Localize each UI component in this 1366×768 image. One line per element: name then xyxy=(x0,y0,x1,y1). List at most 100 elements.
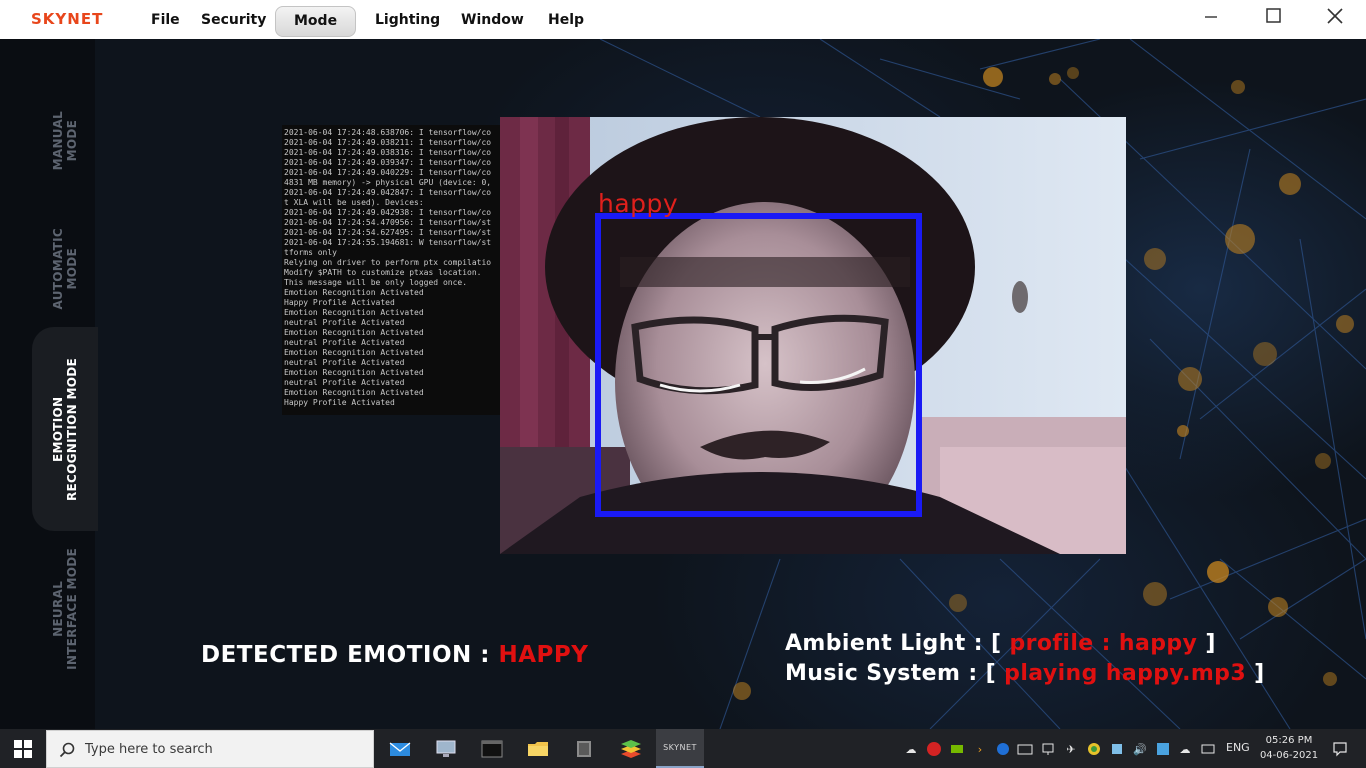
taskbar-search-input[interactable]: Type here to search xyxy=(46,730,374,768)
keyboard-icon[interactable] xyxy=(1017,741,1033,757)
control-panel-app-button[interactable] xyxy=(423,729,469,768)
menu-security[interactable]: Security xyxy=(192,6,275,37)
face-emotion-label: happy xyxy=(598,189,679,218)
volume-icon[interactable]: 🔊 xyxy=(1132,741,1148,757)
console-line: neutral Profile Activated xyxy=(284,378,405,387)
mode-tab-label: EMOTION RECOGNITION MODE xyxy=(51,357,79,501)
console-line: Emotion Recognition Activated xyxy=(284,308,424,317)
display-icon[interactable] xyxy=(1040,741,1056,757)
detected-emotion-prefix: DETECTED EMOTION : xyxy=(201,642,499,668)
maximize-button[interactable] xyxy=(1242,0,1304,32)
menu-file[interactable]: File xyxy=(142,6,189,37)
console-line: neutral Profile Activated xyxy=(284,318,405,327)
console-line: Happy Profile Activated xyxy=(284,298,395,307)
clock-time: 05:26 PM xyxy=(1265,735,1313,746)
bluestacks-app-button[interactable] xyxy=(608,729,654,768)
console-line: Emotion Recognition Activated xyxy=(284,348,424,357)
app-window-button[interactable] xyxy=(561,729,607,768)
mode-tab-label: NEURAL INTERFACE MODE xyxy=(51,548,79,670)
checklist-icon[interactable] xyxy=(1155,741,1171,757)
folder-icon xyxy=(528,741,548,756)
cloud-upload-icon[interactable]: ☁ xyxy=(903,741,919,757)
close-icon xyxy=(1327,8,1343,24)
mode-tab-manual[interactable]: MANUAL MODE xyxy=(32,71,98,211)
console-line: Emotion Recognition Activated xyxy=(284,388,424,397)
computer-icon xyxy=(436,740,456,757)
chevron-right-icon[interactable]: › xyxy=(972,741,988,757)
nvidia-icon[interactable] xyxy=(949,741,965,757)
mode-tab-automatic[interactable]: AUTOMATIC MODE xyxy=(32,199,98,339)
start-button[interactable] xyxy=(0,729,46,768)
antivirus-icon[interactable] xyxy=(926,741,942,757)
music-system-label: Music System : [ xyxy=(785,661,1005,686)
search-placeholder: Type here to search xyxy=(85,742,213,757)
window-icon xyxy=(577,740,591,757)
console-line: Emotion Recognition Activated xyxy=(284,328,424,337)
terminal-icon xyxy=(481,740,503,757)
bluetooth-icon[interactable] xyxy=(995,741,1011,757)
console-line: t XLA will be used). Devices: xyxy=(284,198,424,207)
file-explorer-app-button[interactable] xyxy=(515,729,561,768)
console-line: neutral Profile Activated xyxy=(284,338,405,347)
mode-tab-label: AUTOMATIC MODE xyxy=(51,228,79,310)
console-line: neutral Profile Activated xyxy=(284,358,405,367)
taskbar: Type here to search SKYNET ☁ › ✈ 🔊 ☁ ENG… xyxy=(0,729,1366,768)
console-line: Happy Profile Activated xyxy=(284,398,395,407)
taskbar-clock[interactable]: 05:26 PM 04-06-2021 xyxy=(1256,733,1322,763)
minimize-icon xyxy=(1205,16,1217,18)
detected-emotion-value: HAPPY xyxy=(498,642,589,668)
menu-help[interactable]: Help xyxy=(539,6,593,37)
mail-app-button[interactable] xyxy=(377,729,423,768)
ambient-light-label: Ambient Light : [ xyxy=(785,631,1010,656)
console-line: 2021-06-04 17:24:54.470956: I tensorflow… xyxy=(284,218,492,227)
terminal-app-button[interactable] xyxy=(469,729,515,768)
mode-tab-neural-interface[interactable]: NEURAL INTERFACE MODE xyxy=(32,539,98,679)
console-line: 4831 MB memory) -> physical GPU (device:… xyxy=(284,178,492,187)
console-line: 2021-06-04 17:24:55.194681: W tensorflow… xyxy=(284,238,492,247)
mode-tab-label: MANUAL MODE xyxy=(51,111,79,171)
console-line: 2021-06-04 17:24:49.039347: I tensorflow… xyxy=(284,158,492,167)
maximize-icon xyxy=(1266,8,1281,23)
search-icon xyxy=(59,742,75,758)
close-button[interactable] xyxy=(1304,0,1366,32)
wifi-icon[interactable] xyxy=(1200,741,1216,757)
layers-icon xyxy=(621,739,641,758)
console-line: Modify $PATH to customize ptxas location… xyxy=(284,268,482,277)
skynet-app-label: SKYNET xyxy=(663,743,697,752)
detected-emotion-readout: DETECTED EMOTION : HAPPY xyxy=(201,642,588,668)
minimize-button[interactable] xyxy=(1180,0,1242,32)
webcam-feed: happy xyxy=(500,117,1126,554)
ambient-light-value: profile : happy xyxy=(1009,631,1198,656)
menu-window[interactable]: Window xyxy=(452,6,533,37)
console-line: This message will be only logged once. xyxy=(284,278,468,287)
menu-lighting[interactable]: Lighting xyxy=(366,6,449,37)
face-detection-box xyxy=(595,213,922,517)
mail-icon xyxy=(389,741,411,756)
console-line: 2021-06-04 17:24:48.638706: I tensorflow… xyxy=(284,128,492,137)
console-line: 2021-06-04 17:24:54.627495: I tensorflow… xyxy=(284,228,492,237)
console-line: 2021-06-04 17:24:49.038316: I tensorflow… xyxy=(284,148,492,157)
music-system-value: playing happy.mp3 xyxy=(1004,661,1247,686)
network-drive-icon[interactable] xyxy=(1109,741,1125,757)
mode-tab-emotion-recognition[interactable]: EMOTION RECOGNITION MODE xyxy=(32,327,98,531)
console-line: Emotion Recognition Activated xyxy=(284,288,424,297)
airplane-icon[interactable]: ✈ xyxy=(1063,741,1079,757)
menu-mode[interactable]: Mode xyxy=(275,6,357,37)
app-logo: SKYNET xyxy=(31,10,104,28)
console-line: Relying on driver to perform ptx compila… xyxy=(284,258,492,267)
onedrive-icon[interactable]: ☁ xyxy=(1177,741,1193,757)
ambient-light-suffix: ] xyxy=(1197,631,1216,656)
status-icon[interactable] xyxy=(1086,741,1102,757)
menu-bar: SKYNET File Security Mode Lighting Windo… xyxy=(0,0,1366,39)
notification-icon[interactable] xyxy=(1332,741,1348,757)
console-line: Emotion Recognition Activated xyxy=(284,368,424,377)
skynet-app-button[interactable]: SKYNET xyxy=(656,729,704,768)
language-indicator[interactable]: ENG xyxy=(1226,741,1250,754)
console-line: 2021-06-04 17:24:49.042938: I tensorflow… xyxy=(284,208,492,217)
console-log: 2021-06-04 17:24:48.638706: I tensorflow… xyxy=(282,125,500,415)
mode-sidebar: MANUAL MODE AUTOMATIC MODE EMOTION RECOG… xyxy=(0,39,98,729)
console-line: 2021-06-04 17:24:49.038211: I tensorflow… xyxy=(284,138,492,147)
music-system-suffix: ] xyxy=(1246,661,1265,686)
clock-date: 04-06-2021 xyxy=(1259,750,1319,761)
windows-logo-icon xyxy=(14,739,32,758)
